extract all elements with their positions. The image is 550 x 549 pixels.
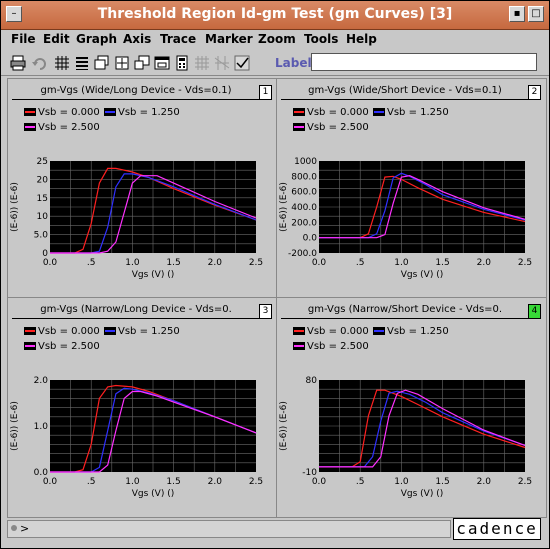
minimize-icon: ▪ [513,8,521,19]
y-tick-label: 25 [37,157,48,167]
menu-edit[interactable]: Edit [43,32,70,46]
y-tick-label: 400.0 [291,203,317,213]
subwindow-icon[interactable] [153,54,171,72]
y-tick-label: 0.0 [34,468,49,478]
toolbar: Label [1,51,549,76]
x-tick-label: .5 [356,477,365,487]
y-tick-label: 800.0 [291,172,317,182]
graph-panel-3[interactable]: gm-Vgs (Narrow/Long Device - Vds=0. 3 Vsb … [8,298,276,516]
menu-file[interactable]: File [11,32,36,46]
graph-panels: gm-Vgs (Wide/Long Device - Vds=0.1) 1 Vsb … [7,78,547,518]
x-axis-label: Vgs (V) () [401,270,443,280]
x-tick-label: 2.0 [208,258,223,268]
x-tick-label: .5 [356,258,365,268]
menu-marker[interactable]: Marker [205,32,253,46]
x-tick-label: 0.0 [43,477,58,487]
y-tick-label: 0 [42,249,48,259]
maximize-icon: □ [531,8,541,19]
x-tick-label: 1.5 [166,477,180,487]
x-tick-label: 1.0 [125,477,140,487]
y-tick-label: 2.0 [34,376,49,386]
y-tick-label: 20 [37,175,49,185]
disabled-grid2-icon[interactable] [213,54,231,72]
y-tick-label: 1.0 [34,422,49,432]
x-tick-label: .5 [87,477,96,487]
y-tick-label: 5.0 [34,231,49,241]
menu-graph[interactable]: Graph [76,32,117,46]
command-prompt: > [20,522,30,535]
x-tick-label: 2.5 [249,258,263,268]
window-stack-icon[interactable] [93,54,111,72]
menu-trace[interactable]: Trace [160,32,196,46]
x-tick-label: 2.0 [477,477,492,487]
x-tick-label: 0.0 [312,477,327,487]
calculator-icon[interactable] [173,54,191,72]
status-indicator-icon [11,525,17,531]
minimize-button[interactable]: ▪ [509,6,525,22]
y-axis-label: (E-6)) (E-6) [10,182,20,232]
printer-icon[interactable] [9,54,27,72]
y-tick-label: 200.0 [291,218,317,228]
y-axis-label: (E-6)) (E-6) [279,401,289,451]
menu-tools[interactable]: Tools [304,32,338,46]
x-tick-label: 0.0 [312,258,327,268]
plot-area[interactable]: 0.0 .5 1.0 1.5 2.0 2.5 0 5.0 10 15 20 25 Vgs (V) () (… [8,79,276,297]
y-tick-label: 600.0 [291,188,317,198]
x-tick-label: 2.5 [249,477,263,487]
x-tick-label: 2.5 [518,258,532,268]
x-tick-label: 1.0 [394,477,409,487]
y-axis-label: (E-6)) (E-6) [279,182,289,232]
x-tick-label: 1.0 [125,258,140,268]
y-tick-label: 80 [306,376,318,386]
cadence-logo: cadence [453,518,541,540]
x-tick-label: 1.5 [166,258,180,268]
undo-icon[interactable] [31,54,49,72]
menu-bar: File Edit Graph Axis Trace Marker Zoom T… [1,30,549,50]
app-window: – Threshold Region Id-gm Test (gm Curves… [0,0,550,549]
menu-axis[interactable]: Axis [123,32,151,46]
x-tick-label: 1.5 [435,258,449,268]
disabled-grid-icon[interactable] [193,54,211,72]
x-tick-label: .5 [87,258,96,268]
x-axis-label: Vgs (V) () [401,489,443,499]
menu-zoom[interactable]: Zoom [258,32,296,46]
x-axis-label: Vgs (V) () [132,270,174,280]
x-tick-label: 2.5 [518,477,532,487]
x-tick-label: 0.0 [43,258,58,268]
graph-panel-1[interactable]: gm-Vgs (Wide/Long Device - Vds=0.1) 1 Vsb … [8,79,276,297]
x-tick-label: 1.0 [394,258,409,268]
x-axis-label: Vgs (V) () [132,489,174,499]
label-input[interactable] [311,53,537,71]
window-title: Threshold Region Id-gm Test (gm Curves) … [97,6,453,22]
grid-icon[interactable] [53,54,71,72]
new-window-icon[interactable] [133,54,151,72]
maximize-button[interactable]: □ [528,6,544,22]
list-icon[interactable] [73,54,91,72]
zoom-fit-icon[interactable] [113,54,131,72]
graph-panel-4[interactable]: gm-Vgs (Narrow/Short Device - Vds=0. 4 Vsb… [277,298,545,516]
plot-area[interactable]: 0.0.5 1.0 1.5 2.0 2.5-200.00.0200.0400.0600.… [277,79,545,297]
y-tick-label: 10 [37,212,49,222]
x-tick-label: 2.0 [208,477,223,487]
y-tick-label: 15 [37,194,48,204]
title-bar[interactable]: – Threshold Region Id-gm Test (gm Curves… [1,1,549,30]
y-tick-label: -10 [302,468,317,478]
check-icon[interactable] [233,54,251,72]
y-tick-label: -200.0 [288,249,317,259]
menu-help[interactable]: Help [346,32,377,46]
y-tick-label: 1000 [294,157,317,167]
graph-panel-2[interactable]: gm-Vgs (Wide/Short Device - Vds=0.1) 2 Vsb… [277,79,545,297]
plot-area[interactable]: 0.0 .5 1.0 1.5 2.0 2.5 0.0 1.0 2.0 Vgs (V) () (E-6… [8,298,276,516]
y-axis-label: (E-6)) (E-6) [10,401,20,451]
y-tick-label: 0.0 [303,234,318,244]
x-tick-label: 2.0 [477,258,492,268]
status-bar[interactable]: > [7,520,451,538]
plot-area[interactable]: 0.0 .5 1.0 1.5 2.0 2.5 -10 80 Vgs (V) () (E-6)) (… [277,298,545,516]
x-tick-label: 1.5 [435,477,449,487]
label-text: Label [275,56,312,70]
